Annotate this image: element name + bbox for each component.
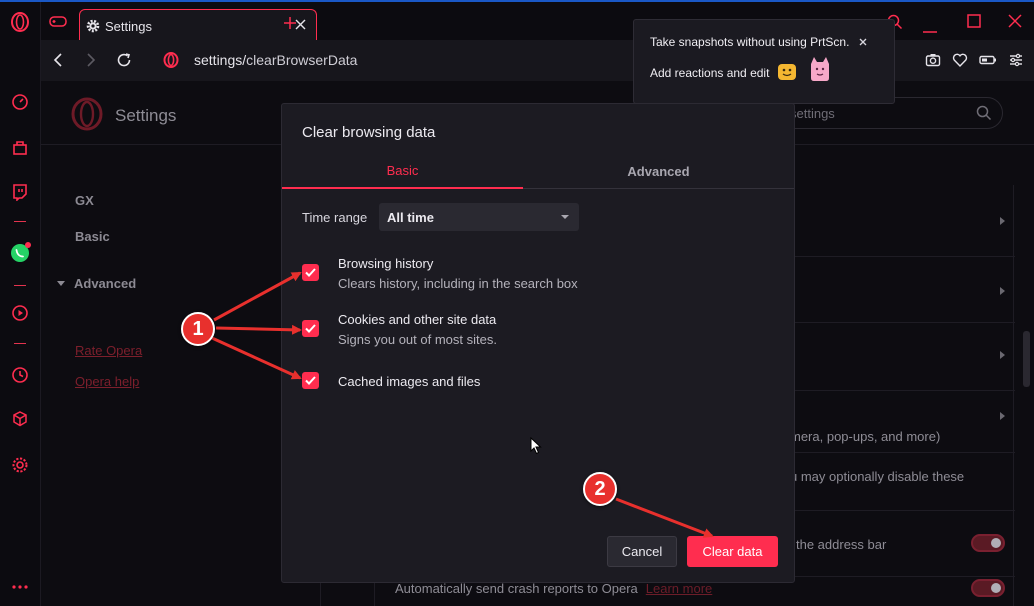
rate-opera-link[interactable]: Rate Opera: [75, 343, 142, 358]
cookies-checkbox[interactable]: [302, 320, 319, 337]
cancel-button[interactable]: Cancel: [607, 536, 677, 567]
toolbar-icons: [925, 52, 1024, 73]
popup-line-1: Take snapshots without using PrtScn.: [650, 35, 850, 49]
easy-setup-icon[interactable]: [1008, 52, 1024, 73]
chevron-right-icon: [1000, 351, 1005, 359]
checkmark-icon: [305, 268, 316, 277]
nav-item-gx[interactable]: GX: [75, 193, 94, 208]
browsing-history-title: Browsing history: [338, 256, 434, 271]
learn-more-link[interactable]: Learn more: [646, 581, 712, 596]
tab-settings[interactable]: Settings: [79, 9, 317, 42]
gx-sidebar: [0, 2, 41, 606]
twitch-icon[interactable]: [8, 180, 32, 204]
shopping-bag-icon[interactable]: [8, 135, 32, 159]
notification-dot: [25, 242, 31, 248]
new-tab-plus-icon[interactable]: [283, 16, 297, 35]
tab-title: Settings: [105, 19, 152, 34]
time-range-value: All time: [387, 210, 434, 225]
camera-icon[interactable]: [925, 52, 941, 73]
settings-row-text: mera, pop-ups, and more): [790, 429, 941, 444]
checkmark-icon: [305, 324, 316, 333]
cookies-title: Cookies and other site data: [338, 312, 497, 327]
screen: Settings settings/clearBrowserData Setti…: [0, 0, 1034, 606]
more-options-icon[interactable]: [8, 575, 32, 599]
annotation-badge-2: 2: [583, 472, 617, 506]
dialog-title: Clear browsing data: [302, 124, 436, 141]
time-range-select[interactable]: All time: [379, 203, 579, 231]
opera-logo-icon[interactable]: [8, 10, 32, 34]
settings-title: Settings: [115, 106, 177, 125]
clear-browsing-data-dialog: Clear browsing data Basic Advanced Time …: [281, 103, 795, 583]
minimize-icon[interactable]: [923, 20, 937, 38]
toggle-knob: [991, 538, 1001, 548]
crash-reports-text: Automatically send crash reports to Oper…: [395, 581, 638, 596]
annotation-badge-1: 1: [181, 312, 215, 346]
url-scheme: settings/: [194, 52, 247, 68]
cookies-desc: Signs you out of most sites.: [338, 332, 497, 347]
forward-icon[interactable]: [86, 53, 96, 72]
smiley-sticker-icon: [777, 62, 797, 87]
mouse-cursor-icon: [530, 436, 542, 460]
cached-images-title: Cached images and files: [338, 374, 481, 389]
url-field[interactable]: settings/clearBrowserData: [194, 52, 357, 68]
extensions-cube-icon[interactable]: [8, 407, 32, 431]
sidebar-separator: [14, 343, 26, 344]
settings-gear-icon[interactable]: [8, 453, 32, 477]
tab-basic[interactable]: Basic: [282, 154, 523, 189]
popup-line-2: Add reactions and edit: [650, 66, 770, 80]
snapshot-tip-popup: Take snapshots without using PrtScn. Add…: [633, 19, 895, 104]
gamepad-icon[interactable]: [49, 14, 67, 33]
opera-help-link[interactable]: Opera help: [75, 374, 139, 389]
settings-nav: GX Basic Advanced Rate Opera Opera help: [41, 145, 321, 606]
chevron-right-icon: [1000, 287, 1005, 295]
speed-dial-icon[interactable]: [8, 90, 32, 114]
toggle-switch[interactable]: [971, 579, 1005, 597]
nav-item-basic[interactable]: Basic: [75, 229, 110, 244]
search-icon: [976, 105, 992, 126]
dialog-tabs: Basic Advanced: [282, 154, 794, 189]
opera-logo-icon: [163, 52, 179, 73]
time-range-label: Time range: [302, 210, 368, 225]
cat-sticker-icon: [809, 56, 831, 87]
tab-advanced[interactable]: Advanced: [523, 154, 794, 189]
settings-row-text: u may optionally disable these: [790, 469, 965, 484]
reload-icon[interactable]: [116, 52, 132, 73]
whatsapp-icon[interactable]: [8, 241, 32, 265]
clear-data-button[interactable]: Clear data: [687, 536, 778, 567]
toggle-knob: [991, 583, 1001, 593]
gear-icon: [86, 19, 100, 38]
chevron-down-icon: [561, 215, 569, 219]
battery-icon[interactable]: [979, 52, 997, 73]
chevron-right-icon: [1000, 217, 1005, 225]
close-window-icon[interactable]: [1008, 14, 1022, 33]
chevron-down-icon: [57, 281, 65, 286]
chevron-right-icon: [1000, 412, 1005, 420]
settings-row-text: the address bar: [796, 537, 887, 552]
nav-item-advanced[interactable]: Advanced: [74, 276, 136, 291]
heart-icon[interactable]: [952, 52, 968, 73]
toggle-switch[interactable]: [971, 534, 1005, 552]
maximize-icon[interactable]: [967, 14, 981, 33]
player-icon[interactable]: [8, 301, 32, 325]
close-icon[interactable]: [858, 34, 868, 46]
opera-gx-logo-icon: [70, 97, 104, 136]
cached-images-checkbox[interactable]: [302, 372, 319, 389]
url-path: clearBrowserData: [246, 52, 358, 68]
checkmark-icon: [305, 376, 316, 385]
scrollbar[interactable]: [1023, 331, 1030, 387]
history-icon[interactable]: [8, 363, 32, 387]
back-icon[interactable]: [53, 53, 63, 72]
browsing-history-desc: Clears history, including in the search …: [338, 276, 578, 291]
sidebar-separator: [14, 221, 26, 222]
browsing-history-checkbox[interactable]: [302, 264, 319, 281]
search-placeholder: settings: [790, 106, 835, 121]
sidebar-separator: [14, 285, 26, 286]
